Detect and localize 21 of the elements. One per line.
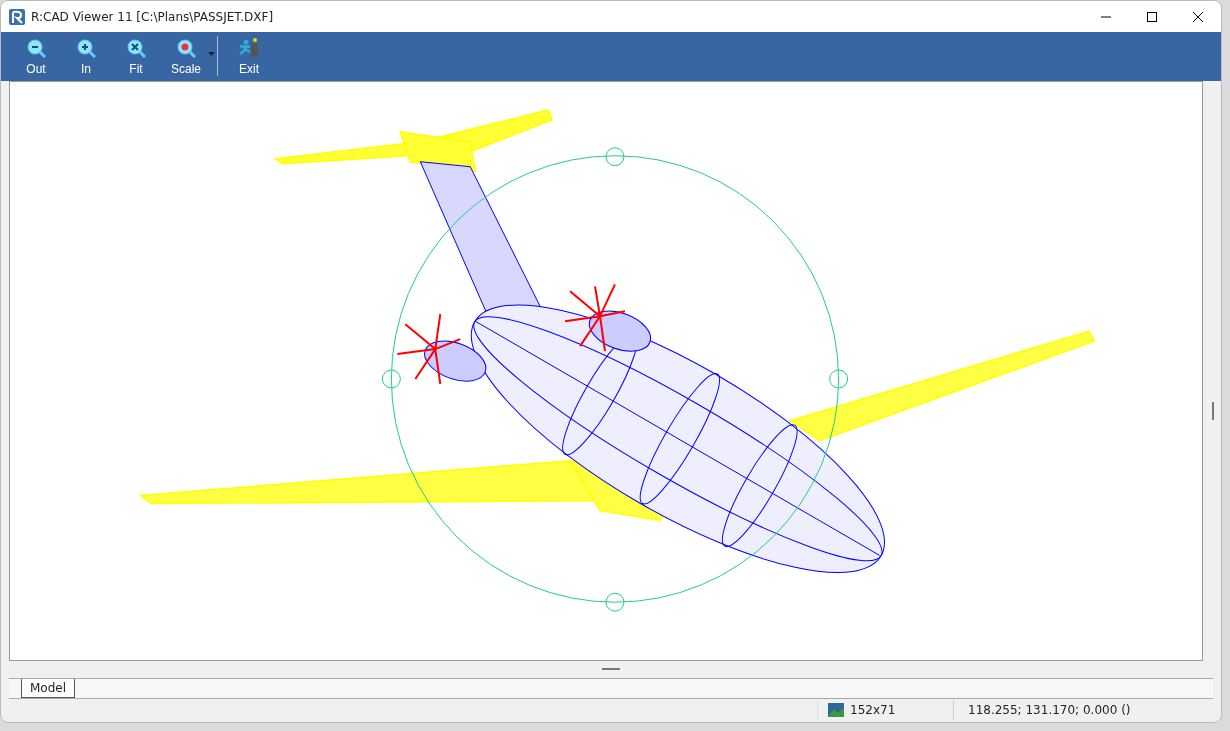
window-title: R:CAD Viewer 11 [C:\Plans\PASSJET.DXF]: [31, 8, 275, 26]
running-person-icon: [239, 38, 259, 58]
splitter-handle[interactable]: [1212, 402, 1214, 420]
close-icon[interactable]: [1192, 10, 1204, 23]
maximize-icon[interactable]: [1146, 10, 1158, 23]
app-logo-icon: [9, 8, 25, 25]
fit-button[interactable]: Fit: [111, 32, 161, 81]
exit-button[interactable]: Exit: [224, 32, 274, 81]
zoom-out-button[interactable]: Out: [11, 32, 61, 81]
coordinates-text: 118.255; 131.170; 0.000 (): [968, 702, 1131, 720]
zoom-in-button[interactable]: In: [61, 32, 111, 81]
rotation-circle[interactable]: [381, 147, 849, 612]
image-icon: [828, 703, 844, 718]
image-size-text: 152x71: [850, 702, 896, 720]
scale-button[interactable]: Scale: [161, 32, 211, 81]
fit-icon: [126, 38, 146, 58]
scale-icon: [176, 38, 196, 58]
zoom-out-icon: [26, 38, 46, 58]
zoom-in-icon: [76, 38, 96, 58]
splitter-handle[interactable]: [602, 668, 620, 671]
sheet-tab[interactable]: Model: [21, 678, 76, 698]
